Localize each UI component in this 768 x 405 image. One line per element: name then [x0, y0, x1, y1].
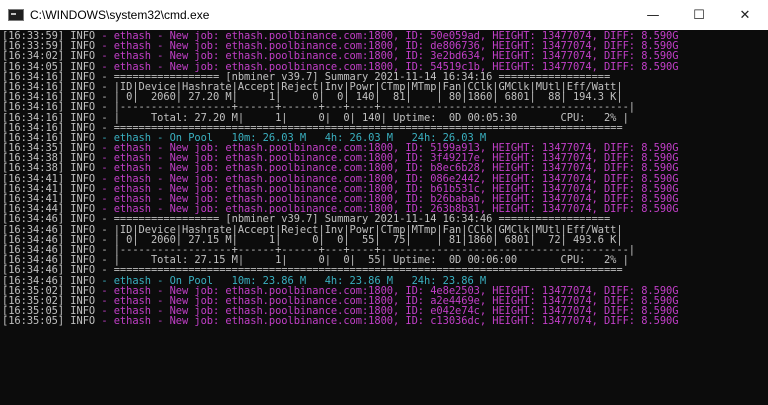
minimize-button[interactable]: — [630, 0, 676, 30]
window-controls: — ☐ ✕ [630, 0, 768, 30]
console-lines: [16:33:59] INFO - ethash - New job: etha… [2, 31, 679, 328]
title-bar: C:\WINDOWS\system32\cmd.exe — ☐ ✕ [0, 0, 768, 31]
maximize-button[interactable]: ☐ [676, 0, 722, 30]
line-level: INFO [70, 315, 96, 328]
line-message: - ethash - New job: ethash.poolbinance.c… [95, 315, 679, 328]
window-title: C:\WINDOWS\system32\cmd.exe [30, 8, 210, 22]
console-icon [8, 9, 24, 21]
console-line: [16:35:05] INFO - ethash - New job: etha… [2, 315, 679, 328]
console-output[interactable]: [16:33:59] INFO - ethash - New job: etha… [0, 30, 768, 405]
close-button[interactable]: ✕ [722, 0, 768, 30]
line-timestamp: [16:35:05] [2, 315, 65, 328]
